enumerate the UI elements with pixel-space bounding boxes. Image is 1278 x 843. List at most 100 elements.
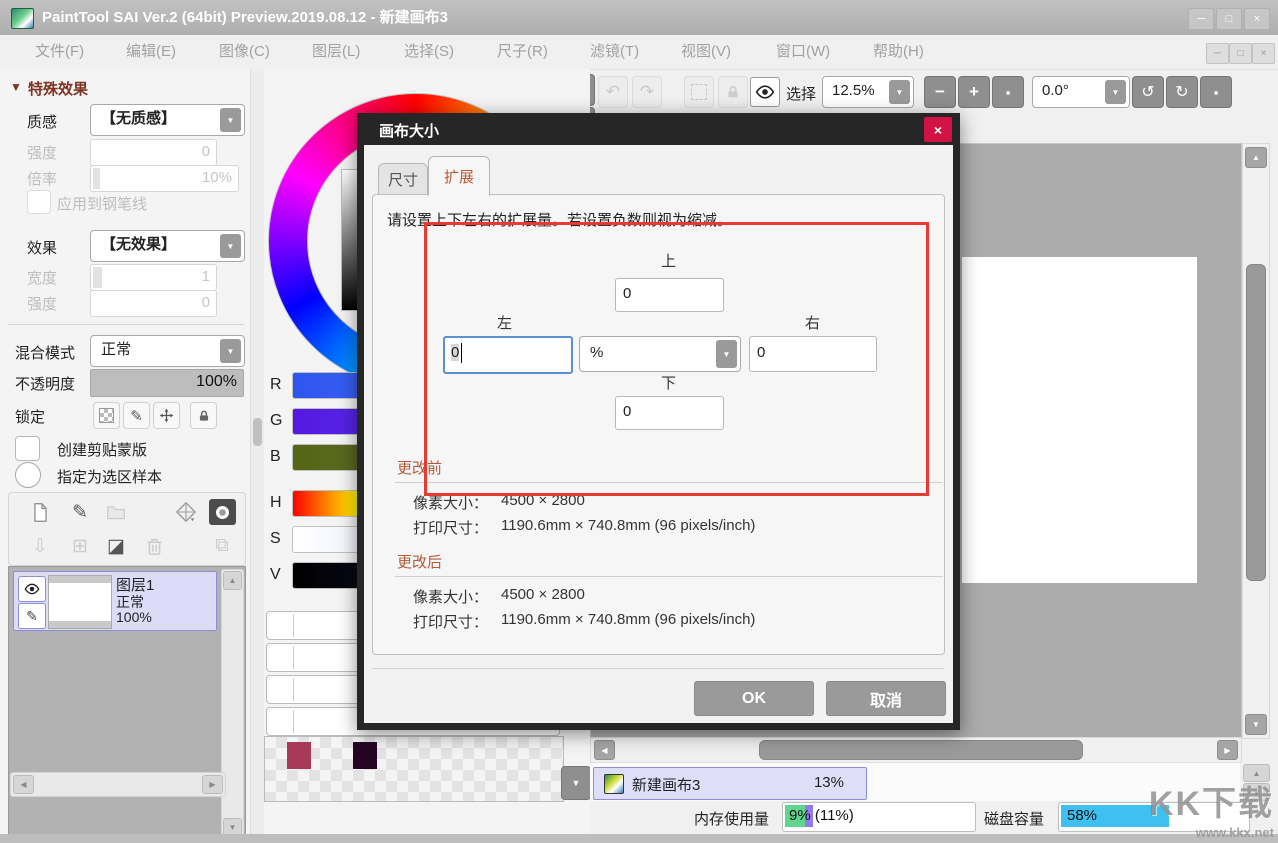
clipping-mask-checkbox[interactable]: [15, 436, 40, 461]
ok-button[interactable]: OK: [694, 681, 814, 716]
scroll-down-button[interactable]: ▼: [1245, 714, 1267, 735]
layer-list-vscrollbar[interactable]: ▲ ▼: [221, 569, 244, 839]
selection-sample-radio[interactable]: [15, 462, 41, 488]
swatch-palette[interactable]: [264, 736, 564, 802]
strength-input[interactable]: 0: [90, 139, 217, 166]
swatch[interactable]: [353, 742, 377, 769]
blend-mode-dropdown[interactable]: 正常 ▼: [90, 335, 245, 367]
collapse-triangle-icon[interactable]: ▼: [10, 80, 22, 94]
child-restore-button[interactable]: □: [1229, 43, 1252, 64]
rotate-cw-button[interactable]: ↻: [1166, 76, 1198, 108]
menu-file[interactable]: 文件(F): [35, 35, 84, 69]
selection-lock-button[interactable]: [718, 76, 748, 108]
canvas-hscrollbar[interactable]: ◀ ▶: [590, 737, 1242, 763]
top-input[interactable]: 0: [615, 278, 724, 312]
menu-ruler[interactable]: 尺子(R): [497, 35, 548, 69]
document-tab[interactable]: 新建画布3 13%: [593, 767, 867, 800]
left-input[interactable]: 0: [443, 336, 573, 374]
menu-layer[interactable]: 图层(L): [312, 35, 360, 69]
zoom-out-button[interactable]: −: [924, 76, 956, 108]
scroll-left-button[interactable]: ◀: [13, 775, 34, 794]
strength2-input[interactable]: 0: [90, 290, 217, 317]
hscroll-thumb[interactable]: [759, 740, 1083, 760]
ratio-slider[interactable]: 10%: [90, 165, 239, 192]
menu-image[interactable]: 图像(C): [219, 35, 270, 69]
tab-expand[interactable]: 扩展: [428, 156, 490, 196]
new-folder-button[interactable]: [101, 498, 131, 526]
menu-help[interactable]: 帮助(H): [873, 35, 924, 69]
zoom-in-button[interactable]: +: [958, 76, 990, 108]
menu-window[interactable]: 窗口(W): [776, 35, 830, 69]
child-close-button[interactable]: ×: [1252, 43, 1275, 64]
tab-size[interactable]: 尺寸: [378, 163, 428, 195]
document-zoom: 13%: [814, 774, 844, 791]
layer-visibility-button[interactable]: [18, 576, 46, 602]
layer-paint-button[interactable]: ✎: [18, 603, 46, 629]
chevron-down-icon[interactable]: ▼: [220, 108, 241, 132]
maximize-button[interactable]: □: [1216, 8, 1242, 30]
lock-all-button[interactable]: [190, 402, 217, 429]
texture-dropdown[interactable]: 【无质感】 ▼: [90, 104, 245, 136]
menu-select[interactable]: 选择(S): [404, 35, 454, 69]
chevron-down-icon[interactable]: ▼: [889, 80, 910, 104]
width-slider[interactable]: 1: [90, 264, 217, 291]
menu-edit[interactable]: 编辑(E): [126, 35, 176, 69]
menu-view[interactable]: 视图(V): [681, 35, 731, 69]
duplicate-layer-button[interactable]: ⧉: [207, 533, 237, 559]
zoom-combobox[interactable]: 12.5% ▼: [822, 76, 914, 108]
clear-layer-button[interactable]: ◪: [101, 533, 131, 559]
chevron-down-icon[interactable]: ▼: [716, 340, 737, 368]
lock-paint-button[interactable]: ✎: [123, 402, 150, 429]
layer-list-hscrollbar[interactable]: ◀ ▶: [10, 772, 226, 797]
scroll-left-button[interactable]: ◀: [594, 740, 615, 760]
unit-dropdown[interactable]: % ▼: [579, 336, 741, 372]
layer-row[interactable]: ✎ 图层1 正常 100%: [13, 571, 217, 631]
selection-visibility-button[interactable]: [750, 77, 780, 107]
apply-to-pen-checkbox[interactable]: [27, 190, 51, 214]
effect-dropdown[interactable]: 【无效果】 ▼: [90, 230, 245, 262]
chevron-down-icon[interactable]: ▼: [220, 339, 241, 363]
undo-button[interactable]: ↶: [598, 76, 628, 108]
chevron-down-icon[interactable]: ▼: [1105, 80, 1126, 104]
rotate-ccw-button[interactable]: ↺: [1132, 76, 1164, 108]
delete-layer-button[interactable]: [139, 533, 169, 559]
deselect-icon: [691, 84, 707, 100]
merge-down-button[interactable]: ⇩: [25, 533, 55, 559]
scroll-right-button[interactable]: ▶: [202, 775, 223, 794]
splitter-grip[interactable]: [253, 418, 262, 446]
dialog-close-button[interactable]: ×: [924, 117, 952, 142]
new-layer-button[interactable]: [25, 498, 55, 526]
palette-scroll-down-button[interactable]: ▼: [561, 766, 591, 800]
cancel-button[interactable]: 取消: [826, 681, 946, 716]
opacity-slider[interactable]: 100%: [90, 369, 244, 397]
new-linework-layer-button[interactable]: ✎: [65, 498, 95, 526]
minimize-button[interactable]: ─: [1188, 8, 1214, 30]
child-minimize-button[interactable]: ─: [1206, 43, 1229, 64]
rotate-reset-button[interactable]: ▪: [1200, 76, 1232, 108]
paste-new-button[interactable]: ⊞: [65, 533, 95, 559]
lock-icon: [197, 409, 211, 423]
bottom-input[interactable]: 0: [615, 396, 724, 430]
restore-icon: □: [1237, 48, 1243, 59]
arrow-right-icon: ▶: [209, 780, 215, 789]
lock-transparency-button[interactable]: [93, 402, 120, 429]
zoom-reset-button[interactable]: ▪: [992, 76, 1024, 108]
right-input[interactable]: 0: [749, 336, 877, 372]
deselect-button[interactable]: [684, 76, 714, 108]
menu-filter[interactable]: 滤镜(T): [590, 35, 639, 69]
scroll-up-button[interactable]: ▲: [1245, 147, 1267, 168]
swatch[interactable]: [287, 742, 311, 769]
lock-move-button[interactable]: [153, 402, 180, 429]
top-value: 0: [623, 285, 631, 302]
angle-combobox[interactable]: 0.0° ▼: [1032, 76, 1130, 108]
transform-button[interactable]: [169, 498, 203, 526]
close-button[interactable]: ×: [1244, 8, 1270, 30]
scroll-up-button[interactable]: ▲: [223, 571, 242, 590]
canvas-page[interactable]: [962, 257, 1197, 583]
canvas-vscrollbar[interactable]: ▲ ▼: [1242, 143, 1270, 739]
chevron-down-icon[interactable]: ▼: [220, 234, 241, 258]
redo-button[interactable]: ↷: [632, 76, 662, 108]
mask-button[interactable]: [209, 499, 236, 525]
vscroll-thumb[interactable]: [1246, 264, 1266, 581]
scroll-right-button[interactable]: ▶: [1217, 740, 1238, 760]
